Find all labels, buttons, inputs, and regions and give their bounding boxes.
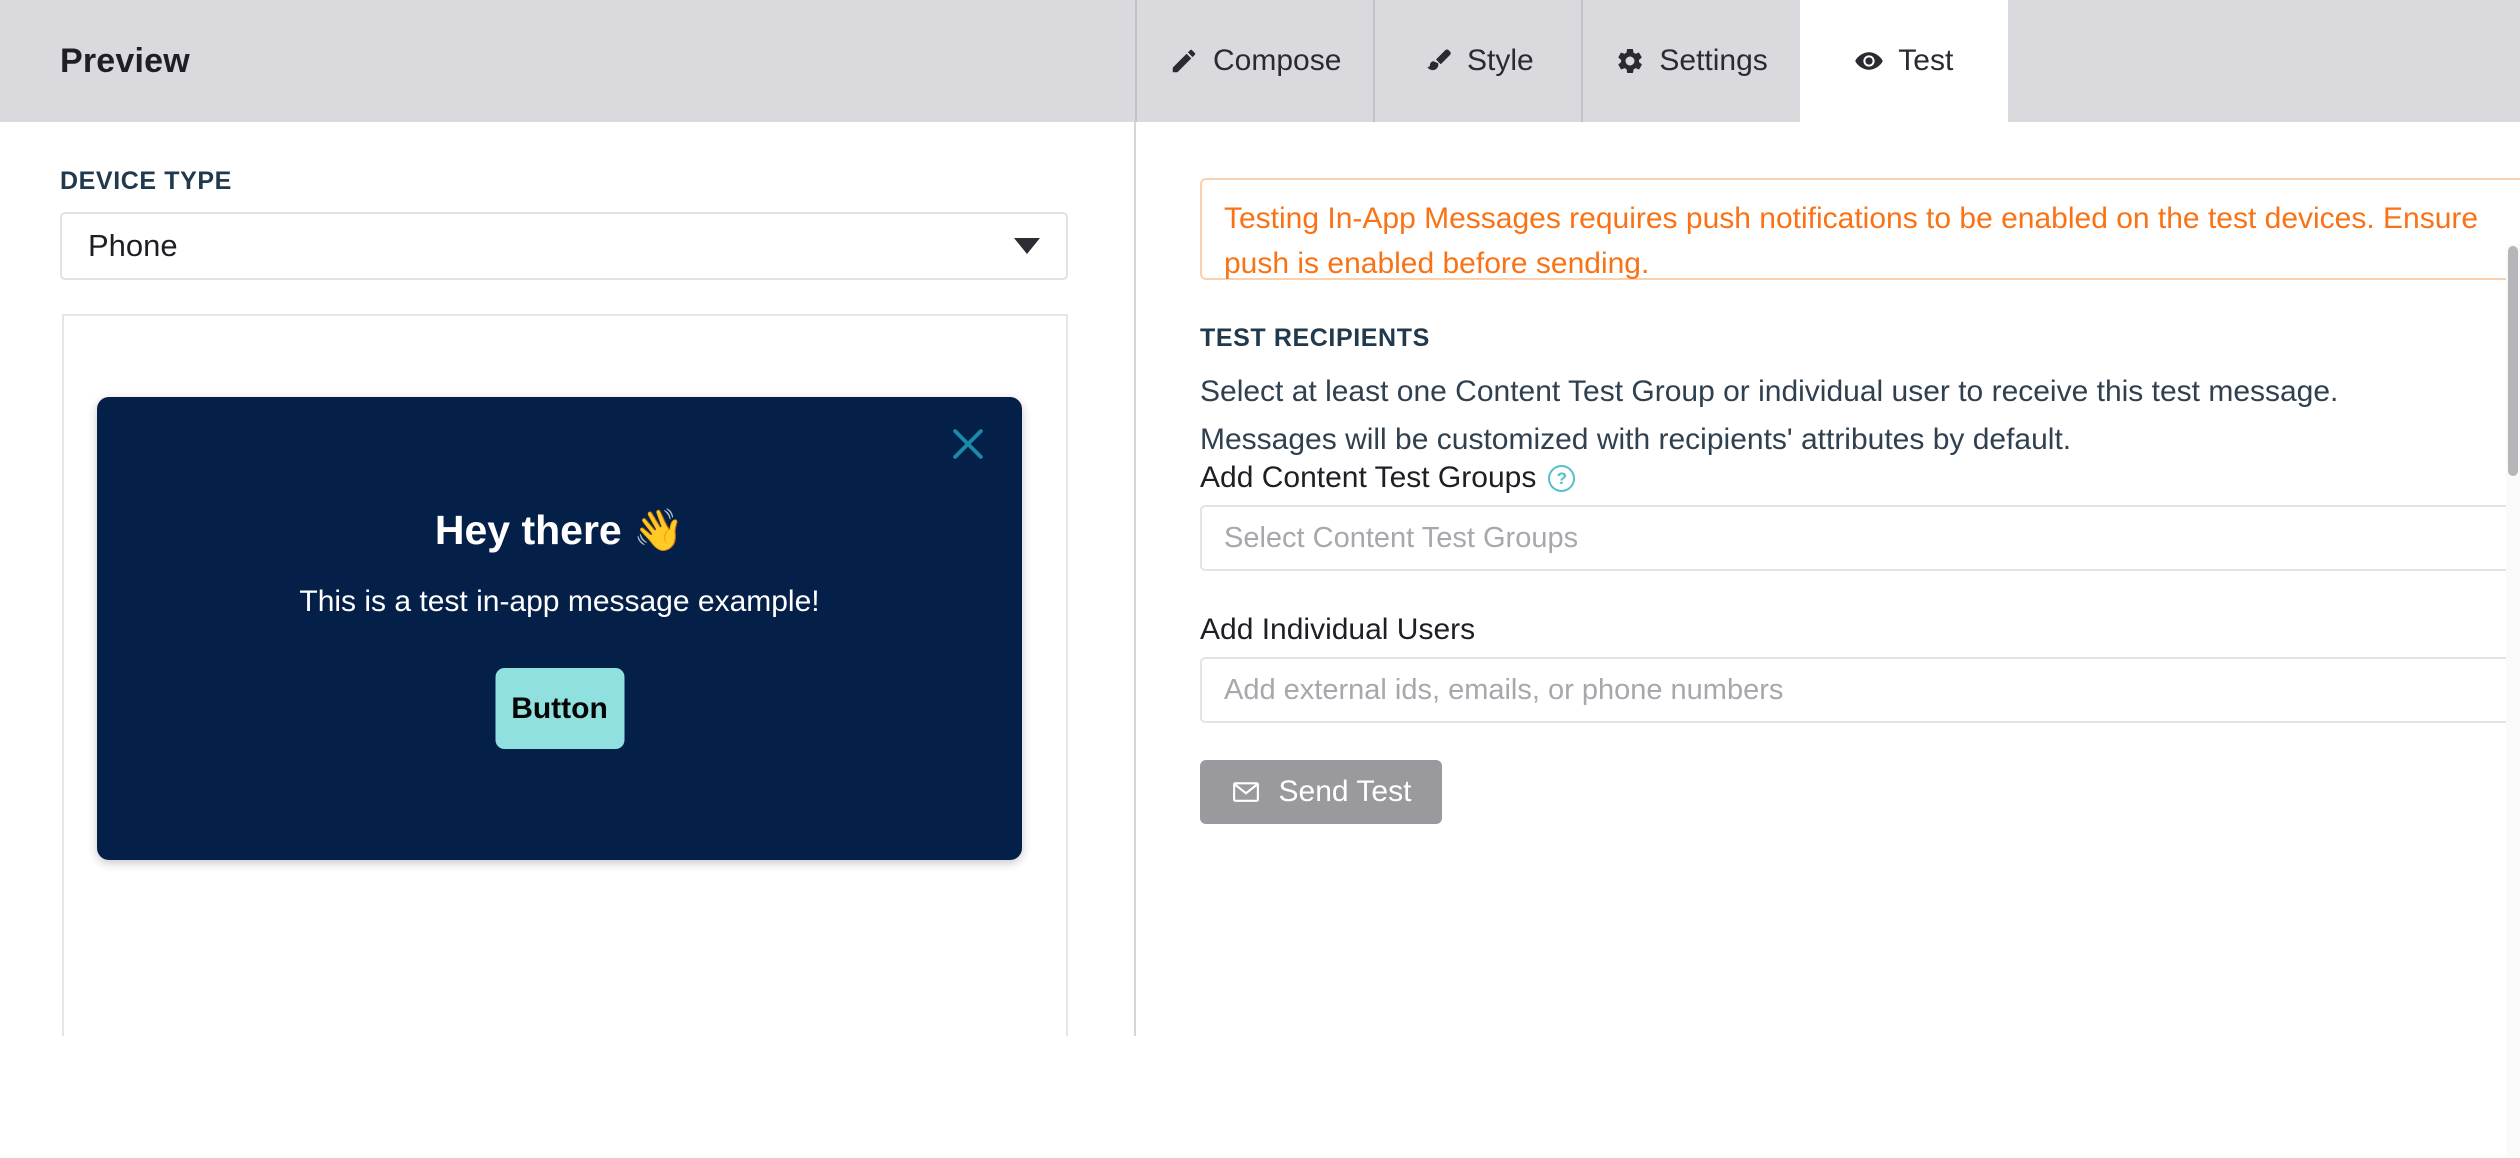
- page-scrollbar[interactable]: [2506, 244, 2520, 1158]
- envelope-icon: [1231, 777, 1261, 807]
- push-warning-banner: Testing In-App Messages requires push no…: [1200, 178, 2520, 280]
- individual-users-label: Add Individual Users: [1200, 613, 1475, 647]
- individual-users-input[interactable]: [1200, 657, 2520, 723]
- chevron-down-icon: [1014, 238, 1040, 254]
- send-test-button-label: Send Test: [1278, 775, 1412, 808]
- pencil-icon: [1169, 46, 1199, 76]
- tab-bar: Compose Style Settings Test: [1135, 0, 2008, 122]
- message-body: This is a test in-app message example!: [299, 585, 820, 618]
- device-type-label: DEVICE TYPE: [60, 167, 232, 195]
- scrollbar-thumb[interactable]: [2508, 246, 2518, 476]
- app-header: Preview Compose Style Settings Test: [0, 0, 2520, 122]
- page-title: Preview: [60, 41, 190, 80]
- paintbrush-icon: [1423, 46, 1453, 76]
- tab-style[interactable]: Style: [1373, 0, 1582, 122]
- device-type-select[interactable]: Phone: [60, 212, 1068, 280]
- device-type-value: Phone: [88, 228, 178, 263]
- help-circle-icon[interactable]: ?: [1548, 464, 1576, 492]
- individual-users-label-text: Add Individual Users: [1200, 613, 1476, 646]
- tab-compose[interactable]: Compose: [1135, 0, 1374, 122]
- message-cta-button[interactable]: Button: [495, 668, 624, 749]
- tab-settings[interactable]: Settings: [1581, 0, 1800, 122]
- test-pane: Testing In-App Messages requires push no…: [1136, 122, 2520, 1036]
- individual-users-field[interactable]: [1200, 657, 2520, 723]
- content-test-groups-label-text: Add Content Test Groups: [1200, 461, 1537, 494]
- device-preview-frame: Hey there 👋 This is a test in-app messag…: [62, 314, 1068, 1036]
- gear-icon: [1615, 46, 1645, 76]
- tab-test[interactable]: Test: [1799, 0, 2008, 122]
- eye-icon: [1854, 46, 1884, 76]
- preview-pane: DEVICE TYPE Phone Hey there 👋 This is a …: [0, 122, 1134, 1036]
- message-headline: Hey there 👋: [434, 507, 685, 553]
- content-test-groups-field[interactable]: [1200, 505, 2520, 571]
- tab-settings-label: Settings: [1659, 44, 1768, 77]
- content-test-groups-label: Add Content Test Groups ?: [1200, 461, 1576, 495]
- send-test-button[interactable]: Send Test: [1200, 760, 1442, 824]
- close-icon[interactable]: [944, 420, 992, 468]
- tab-test-label: Test: [1898, 44, 1954, 77]
- test-recipients-heading: TEST RECIPIENTS: [1200, 324, 1430, 352]
- push-warning-text: Testing In-App Messages requires push no…: [1224, 202, 2479, 280]
- main-content: DEVICE TYPE Phone Hey there 👋 This is a …: [0, 122, 2520, 1158]
- tab-compose-label: Compose: [1213, 44, 1342, 77]
- content-test-groups-input[interactable]: [1200, 505, 2520, 571]
- test-recipients-description: Select at least one Content Test Group o…: [1200, 375, 2339, 456]
- tab-style-label: Style: [1467, 44, 1534, 77]
- in-app-message-card: Hey there 👋 This is a test in-app messag…: [97, 397, 1022, 860]
